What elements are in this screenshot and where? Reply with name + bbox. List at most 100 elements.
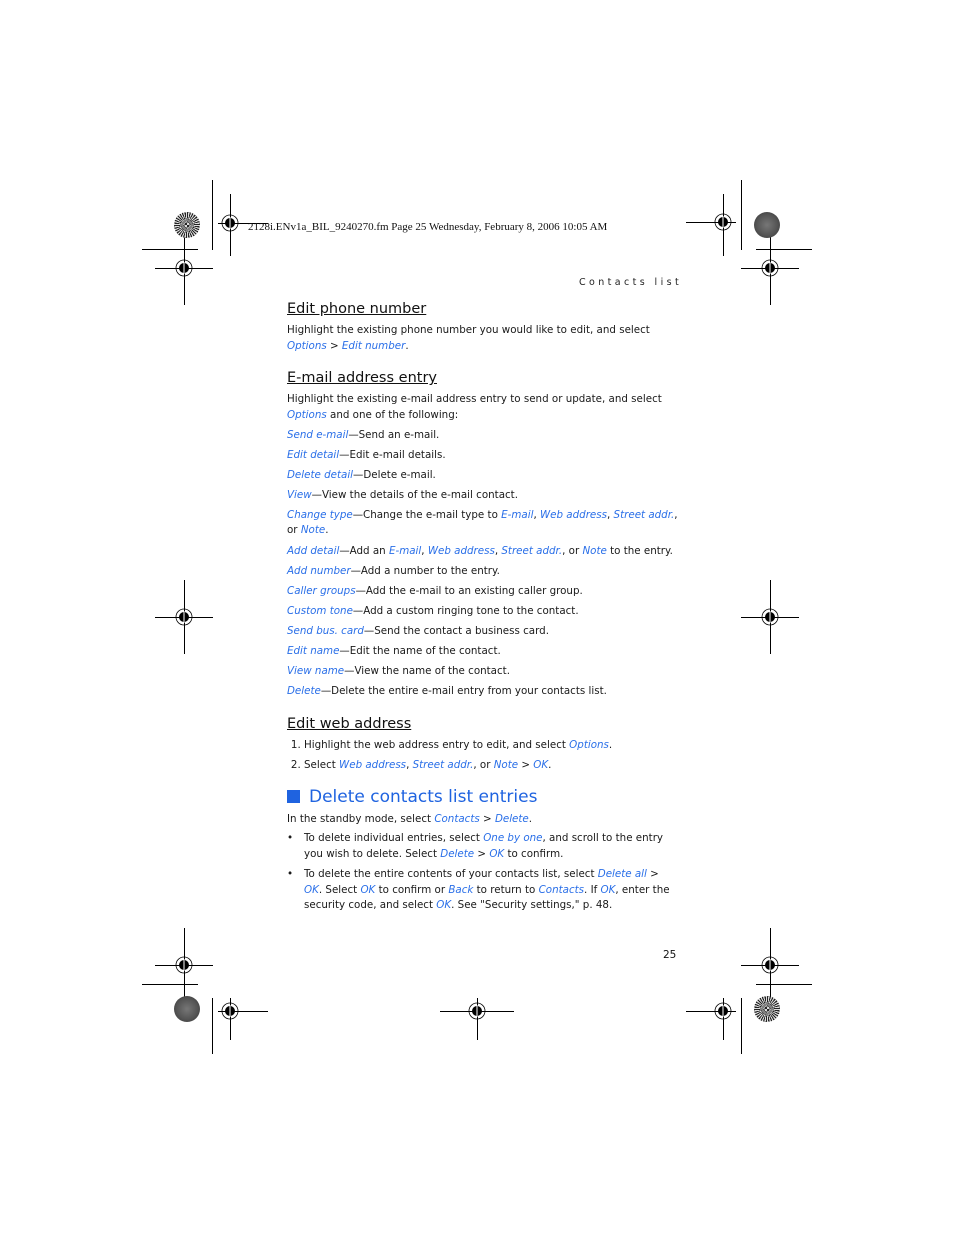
menu-ref: E-mail (501, 508, 534, 521)
option-list: Send e-mail—Send an e-mail. Edit detail—E… (287, 428, 679, 700)
option-description: —Edit e-mail details. (339, 448, 446, 461)
registration-target-icon (175, 956, 193, 974)
print-slug: 2128i.ENv1a_BIL_9240270.fm Page 25 Wedne… (248, 221, 608, 233)
option-item: Caller groups—Add the e-mail to an exist… (287, 584, 679, 600)
option-term: Change type (287, 508, 353, 521)
menu-ref: OK (436, 899, 452, 912)
menu-ref: Street addr. (501, 544, 563, 557)
option-description: —Add the e-mail to an existing caller gr… (355, 584, 583, 597)
bullet-icon: • (287, 868, 294, 881)
option-item: Add detail—Add an E-mail, Web address, S… (287, 544, 679, 560)
registration-target-icon (761, 956, 779, 974)
option-description: —Change the e-mail type to (352, 508, 502, 521)
option-description: —Send the contact a business card. (363, 624, 549, 637)
option-description: —Add a custom ringing tone to the contac… (352, 604, 579, 617)
option-description: —Edit the name of the contact. (339, 645, 501, 658)
crop-mark (142, 249, 198, 250)
crop-mark (212, 180, 213, 250)
text: . If (584, 883, 601, 896)
option-description: , or (562, 544, 583, 557)
menu-ref: Contacts (434, 812, 480, 825)
text: . Select (318, 883, 361, 896)
menu-ref: Contacts (538, 883, 585, 896)
bullet-item: • To delete the entire contents of your c… (287, 867, 679, 914)
option-item: Change type—Change the e-mail type to E-… (287, 508, 679, 539)
section-edit-web-address: Edit web address Highlight the web addre… (287, 714, 679, 774)
heading-email-address-entry: E-mail address entry (287, 370, 437, 386)
option-description: . (325, 524, 329, 537)
option-item: Edit name—Edit the name of the contact. (287, 644, 679, 660)
paragraph: Highlight the existing phone number you … (287, 323, 679, 354)
menu-ref: One by one (483, 832, 543, 845)
option-item: Add number—Add a number to the entry. (287, 564, 679, 580)
heading-delete-contacts-list-entries: Delete contacts list entries (287, 786, 679, 808)
text: . (548, 759, 552, 772)
option-description: —View the details of the e-mail contact. (311, 488, 518, 501)
registration-target-icon (761, 259, 779, 277)
paragraph: Highlight the existing e-mail address en… (287, 392, 679, 423)
bullet-list: • To delete individual entries, select On… (287, 831, 679, 914)
option-term: Edit name (287, 645, 340, 658)
option-term: Delete (287, 685, 321, 698)
text: In the standby mode, select (287, 812, 435, 825)
menu-ref: Back (448, 883, 474, 896)
menu-ref: Web address (427, 544, 495, 557)
registration-target-icon (714, 213, 732, 231)
menu-ref: Street addr. (412, 759, 474, 772)
crop-mark (212, 998, 213, 1054)
option-item: Edit detail—Edit e-mail details. (287, 448, 679, 464)
option-description: —Send an e-mail. (348, 428, 440, 441)
menu-ref: Delete (494, 812, 529, 825)
menu-ref: OK (489, 847, 505, 860)
heading-edit-web-address: Edit web address (287, 715, 412, 732)
menu-ref: Web address (539, 508, 607, 521)
section-edit-phone-number: Edit phone number Highlight the existing… (287, 299, 679, 354)
text: . See "Security settings," p. 48. (451, 899, 613, 912)
registration-target-icon (468, 1002, 486, 1020)
text: to confirm or (375, 883, 449, 896)
option-description: to the entry. (606, 544, 673, 557)
section-delete-contacts-list-entries: Delete contacts list entries In the stan… (287, 786, 679, 914)
menu-ref: Note (582, 544, 607, 557)
section-email-address-entry: E-mail address entry Highlight the exist… (287, 368, 679, 700)
option-term: Add detail (287, 544, 340, 557)
text: . (405, 339, 409, 352)
text: . (528, 812, 533, 825)
option-item: View—View the details of the e-mail cont… (287, 488, 679, 504)
option-description: —Add a number to the entry. (350, 564, 500, 577)
menu-ref: OK (600, 883, 616, 896)
text: > (479, 812, 495, 825)
menu-ref: Delete (440, 847, 475, 860)
menu-ref: OK (360, 883, 376, 896)
paragraph: In the standby mode, select Contacts > D… (287, 812, 679, 828)
text: to return to (473, 883, 539, 896)
menu-ref: Web address (339, 759, 407, 772)
text: > (326, 339, 342, 352)
text: To delete individual entries, select (304, 832, 484, 845)
text: > (474, 847, 490, 860)
menu-ref: OK (304, 883, 319, 896)
text: > (518, 759, 534, 772)
text: , or (473, 759, 494, 772)
option-term: Send bus. card (287, 624, 364, 637)
option-item: Custom tone—Add a custom ringing tone to… (287, 604, 679, 620)
crop-mark (741, 180, 742, 250)
registration-target-icon (221, 214, 239, 232)
option-item: View name—View the name of the contact. (287, 664, 679, 680)
option-item: Delete detail—Delete e-mail. (287, 468, 679, 484)
option-term: Edit detail (287, 448, 340, 461)
option-term: Custom tone (287, 604, 353, 617)
registration-target-icon (221, 1002, 239, 1020)
page-number: 25 (663, 949, 677, 961)
option-term: Add number (287, 564, 351, 577)
text: Highlight the web address entry to edit,… (304, 738, 570, 751)
option-term: Delete detail (287, 468, 354, 481)
menu-ref: Options (287, 408, 327, 421)
color-bar-disc-icon (174, 212, 200, 238)
option-description: —View the name of the contact. (344, 665, 510, 678)
text: Highlight the existing phone number you … (287, 324, 650, 336)
option-item: Send bus. card—Send the contact a busine… (287, 624, 679, 640)
option-description: —Add an (339, 544, 389, 557)
text: To delete the entire contents of your co… (304, 868, 598, 881)
option-term: View (287, 488, 312, 501)
